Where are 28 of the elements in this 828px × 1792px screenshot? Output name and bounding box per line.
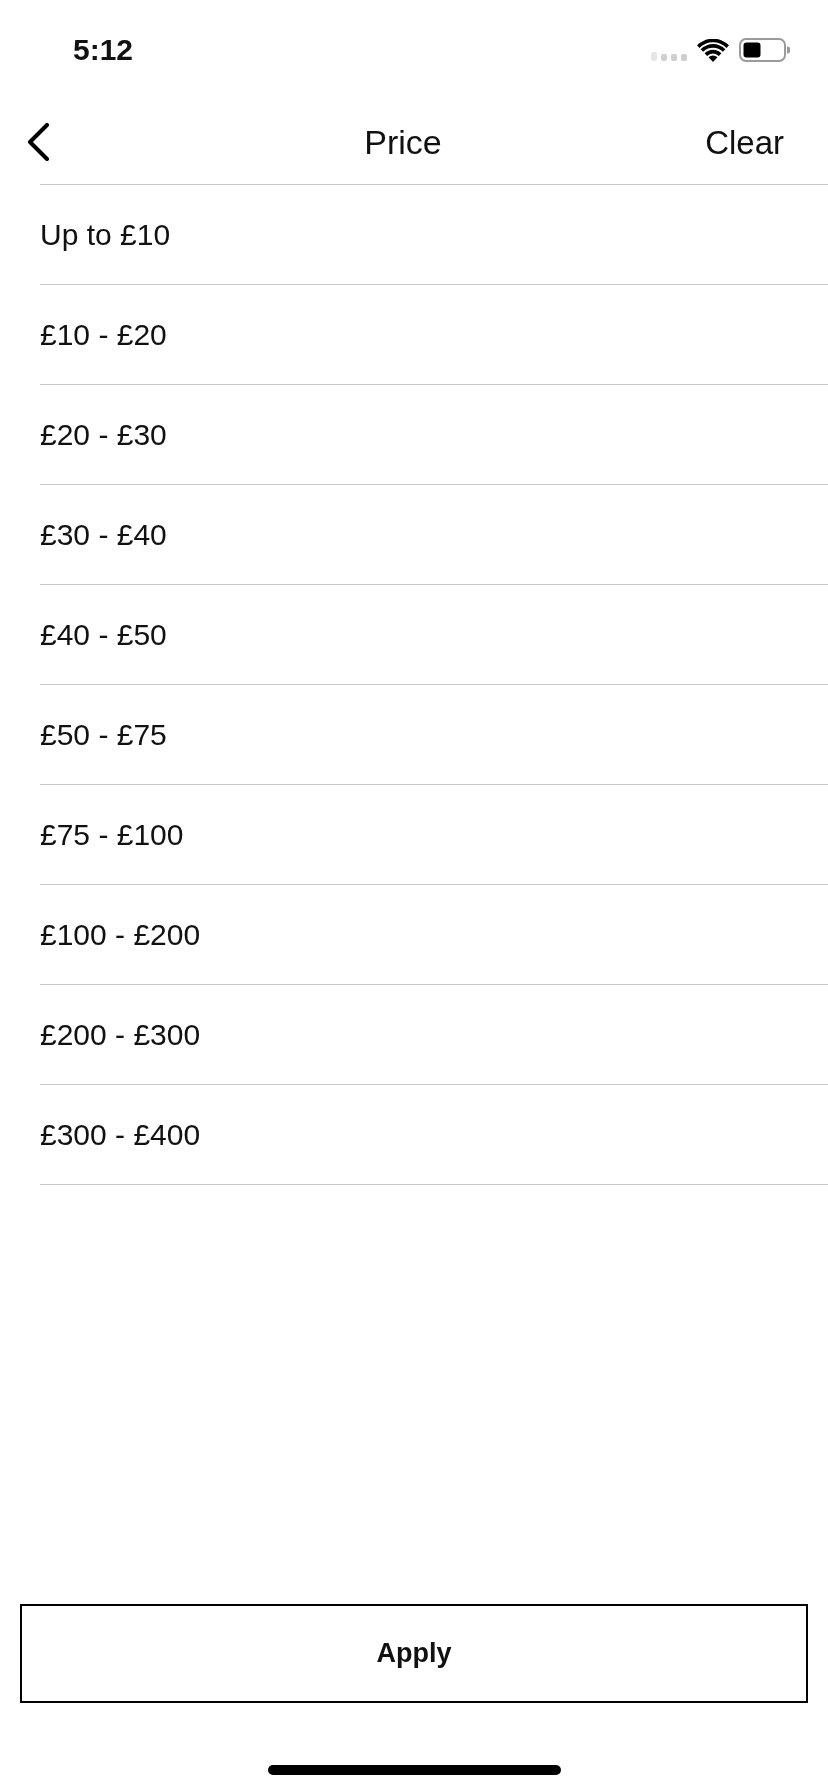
price-range-option[interactable]: £300 - £400 xyxy=(40,1085,828,1185)
price-range-label: £10 - £20 xyxy=(40,319,167,350)
clear-button[interactable]: Clear xyxy=(705,125,784,159)
wifi-icon xyxy=(697,38,729,62)
price-range-label: £300 - £400 xyxy=(40,1119,201,1150)
price-range-option[interactable]: £75 - £100 xyxy=(40,785,828,885)
status-time: 5:12 xyxy=(73,35,134,65)
price-range-option[interactable]: £30 - £40 xyxy=(40,485,828,585)
price-range-option[interactable]: £100 - £200 xyxy=(40,885,828,985)
price-range-option[interactable]: £20 - £30 xyxy=(40,385,828,485)
apply-button[interactable]: Apply xyxy=(20,1604,808,1703)
price-range-label: £40 - £50 xyxy=(40,619,167,650)
price-range-option[interactable]: Up to £10 xyxy=(40,185,828,285)
signal-icon xyxy=(651,51,687,61)
price-range-label: £200 - £300 xyxy=(40,1019,201,1050)
battery-icon xyxy=(739,38,790,62)
price-range-option[interactable]: £50 - £75 xyxy=(40,685,828,785)
price-range-label: £50 - £75 xyxy=(40,719,167,750)
price-range-option[interactable]: £40 - £50 xyxy=(40,585,828,685)
price-range-label: £20 - £30 xyxy=(40,419,167,450)
price-range-label: £30 - £40 xyxy=(40,519,167,550)
chevron-left-icon xyxy=(26,123,50,161)
price-range-option[interactable]: £10 - £20 xyxy=(40,285,828,385)
page-title: Price xyxy=(364,125,442,159)
price-range-label: Up to £10 xyxy=(40,219,171,250)
price-range-option[interactable]: £200 - £300 xyxy=(40,985,828,1085)
price-range-label: £75 - £100 xyxy=(40,819,184,850)
price-range-label: £100 - £200 xyxy=(40,919,201,950)
